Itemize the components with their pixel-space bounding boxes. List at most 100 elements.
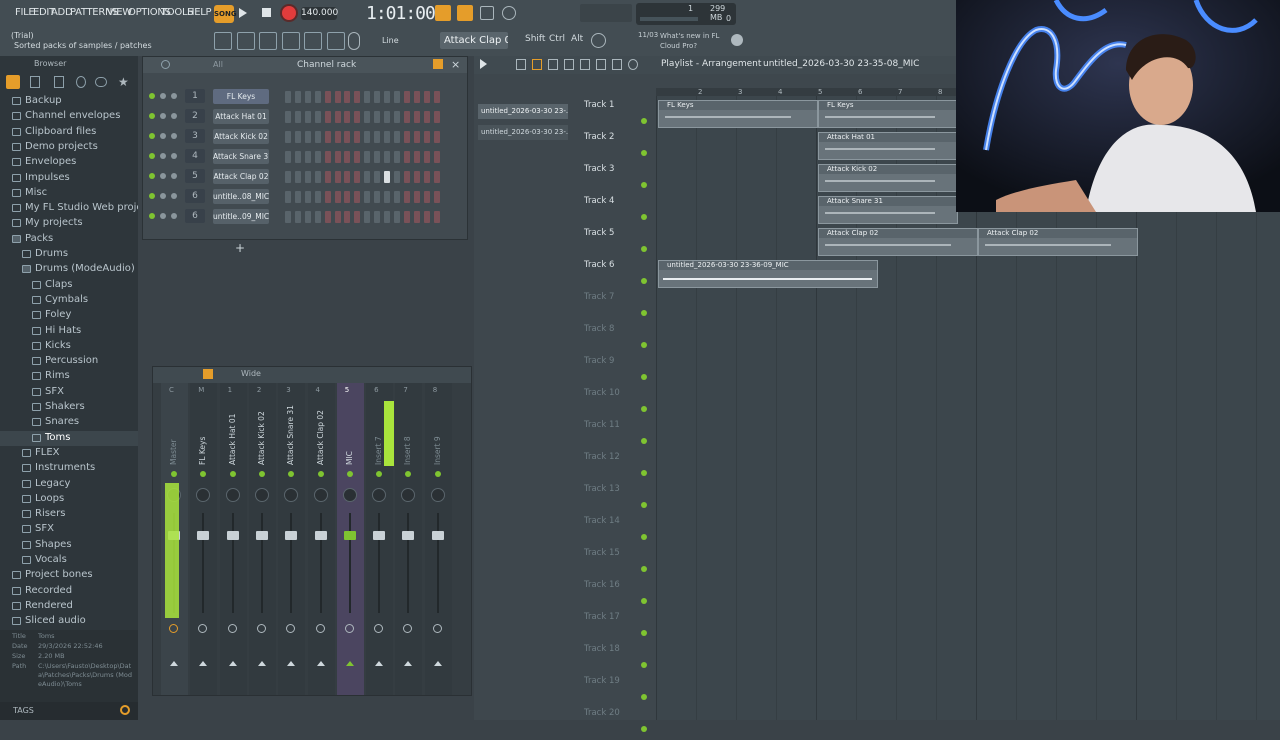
picker-item-1[interactable]: untitled_2026-03-30 23-...	[478, 104, 568, 119]
track-header[interactable]: Track 11	[584, 420, 656, 452]
track-header[interactable]: Track 8	[584, 324, 656, 356]
loop-icon[interactable]	[480, 6, 494, 20]
step-button[interactable]	[433, 111, 440, 123]
rack-menu-icon[interactable]	[161, 60, 170, 69]
track-header[interactable]: Track 14	[584, 516, 656, 548]
record-arm-icon[interactable]	[403, 624, 413, 633]
step-button[interactable]	[413, 171, 420, 183]
track-header[interactable]: Track 7	[584, 292, 656, 324]
step-button[interactable]	[433, 91, 440, 103]
step-button[interactable]	[344, 151, 351, 163]
channel-mixer-track[interactable]: 2	[185, 109, 205, 123]
volume-fader[interactable]	[285, 531, 298, 540]
step-button[interactable]	[324, 171, 331, 183]
step-button[interactable]	[344, 131, 351, 143]
step-button[interactable]	[393, 151, 400, 163]
step-button[interactable]	[294, 211, 301, 223]
track-header[interactable]: Track 6	[584, 260, 656, 292]
record-arm-icon[interactable]	[169, 624, 178, 633]
playlist-play-icon[interactable]	[480, 59, 487, 69]
track-mute-led[interactable]	[641, 438, 647, 444]
step-button[interactable]	[384, 111, 390, 123]
mixer-mute-led[interactable]	[346, 471, 353, 477]
track-mute-led[interactable]	[641, 118, 647, 124]
step-button[interactable]	[433, 131, 440, 143]
ctrl-key[interactable]: Ctrl	[549, 34, 565, 44]
step-button[interactable]	[403, 151, 410, 163]
channel-mixer-track[interactable]: 1	[185, 89, 205, 103]
step-button[interactable]	[314, 211, 321, 223]
track-header[interactable]: Track 13	[584, 484, 656, 516]
browser-files-icon[interactable]	[30, 76, 40, 88]
alt-key[interactable]: Alt	[571, 34, 583, 44]
step-button[interactable]	[324, 191, 331, 203]
pattern-mode-icon[interactable]	[435, 5, 451, 21]
step-button[interactable]	[364, 91, 371, 103]
browser-item[interactable]: Loops	[0, 492, 138, 507]
step-button[interactable]	[324, 211, 331, 223]
browser-item[interactable]: Snares	[0, 415, 138, 430]
volume-fader[interactable]	[373, 531, 386, 540]
step-button[interactable]	[433, 191, 440, 203]
send-arrow-icon[interactable]	[316, 661, 325, 666]
search-icon[interactable]	[120, 705, 130, 715]
step-button[interactable]	[384, 131, 390, 143]
channel-mute-led[interactable]	[149, 193, 155, 199]
browser-item[interactable]: Packs	[0, 232, 138, 247]
browser-item[interactable]: Backup	[0, 94, 138, 109]
pattern-clip[interactable]: Attack Hat 01	[818, 132, 958, 160]
track-mute-led[interactable]	[641, 534, 647, 540]
channel-knob[interactable]	[171, 193, 177, 199]
channel-mute-led[interactable]	[149, 133, 155, 139]
step-button[interactable]	[314, 91, 321, 103]
step-button[interactable]	[334, 91, 341, 103]
browser-item[interactable]: Percussion	[0, 354, 138, 369]
channel-mute-led[interactable]	[149, 173, 155, 179]
browser-item[interactable]: Envelopes	[0, 155, 138, 170]
browser-item[interactable]: Cymbals	[0, 293, 138, 308]
tags-label[interactable]: TAGS	[13, 706, 34, 715]
record-arm-icon[interactable]	[344, 624, 354, 633]
browser-item[interactable]: Demo projects	[0, 140, 138, 155]
browser-item[interactable]: Drums (ModeAudio)	[0, 262, 138, 277]
step-button[interactable]	[403, 91, 410, 103]
pan-knob[interactable]	[284, 488, 299, 502]
browser-item[interactable]: Sliced audio	[0, 614, 138, 629]
step-button[interactable]	[374, 151, 381, 163]
mixer-view-icon[interactable]	[203, 369, 213, 379]
step-button[interactable]	[354, 171, 361, 183]
metronome-icon[interactable]	[457, 5, 473, 21]
browser-item[interactable]: Rims	[0, 369, 138, 384]
track-header[interactable]: Track 10	[584, 388, 656, 420]
step-button[interactable]	[374, 131, 381, 143]
pattern-select[interactable]: Attack Clap 02	[440, 32, 508, 49]
step-button[interactable]	[354, 151, 361, 163]
send-arrow-icon[interactable]	[228, 661, 237, 666]
track-header[interactable]: Track 2	[584, 132, 656, 164]
mixer-mute-led[interactable]	[317, 471, 324, 477]
step-button[interactable]	[423, 131, 430, 143]
pan-knob[interactable]	[254, 488, 269, 502]
browser-item[interactable]: Legacy	[0, 477, 138, 492]
step-button[interactable]	[413, 111, 420, 123]
step-button[interactable]	[285, 131, 291, 143]
track-mute-led[interactable]	[641, 694, 647, 700]
news-close-icon[interactable]	[731, 34, 743, 46]
step-button[interactable]	[294, 191, 301, 203]
channel-mute-led[interactable]	[149, 213, 155, 219]
time-display[interactable]: 1:01:00	[366, 3, 436, 24]
record-arm-icon[interactable]	[432, 624, 442, 633]
mixer-strip[interactable]: 3 Attack Snare 31	[278, 383, 306, 695]
channel-mute-led[interactable]	[149, 93, 155, 99]
step-button[interactable]	[294, 91, 301, 103]
step-button[interactable]	[314, 191, 321, 203]
step-button[interactable]	[393, 111, 400, 123]
browser-item[interactable]: Shakers	[0, 400, 138, 415]
volume-fader[interactable]	[255, 531, 268, 540]
channel-rack-icon[interactable]	[282, 32, 300, 50]
volume-fader[interactable]	[197, 531, 210, 540]
step-button[interactable]	[364, 111, 371, 123]
mixer-strip[interactable]: 7 Insert 8	[395, 383, 423, 695]
step-button[interactable]	[334, 211, 341, 223]
step-button[interactable]	[413, 211, 420, 223]
